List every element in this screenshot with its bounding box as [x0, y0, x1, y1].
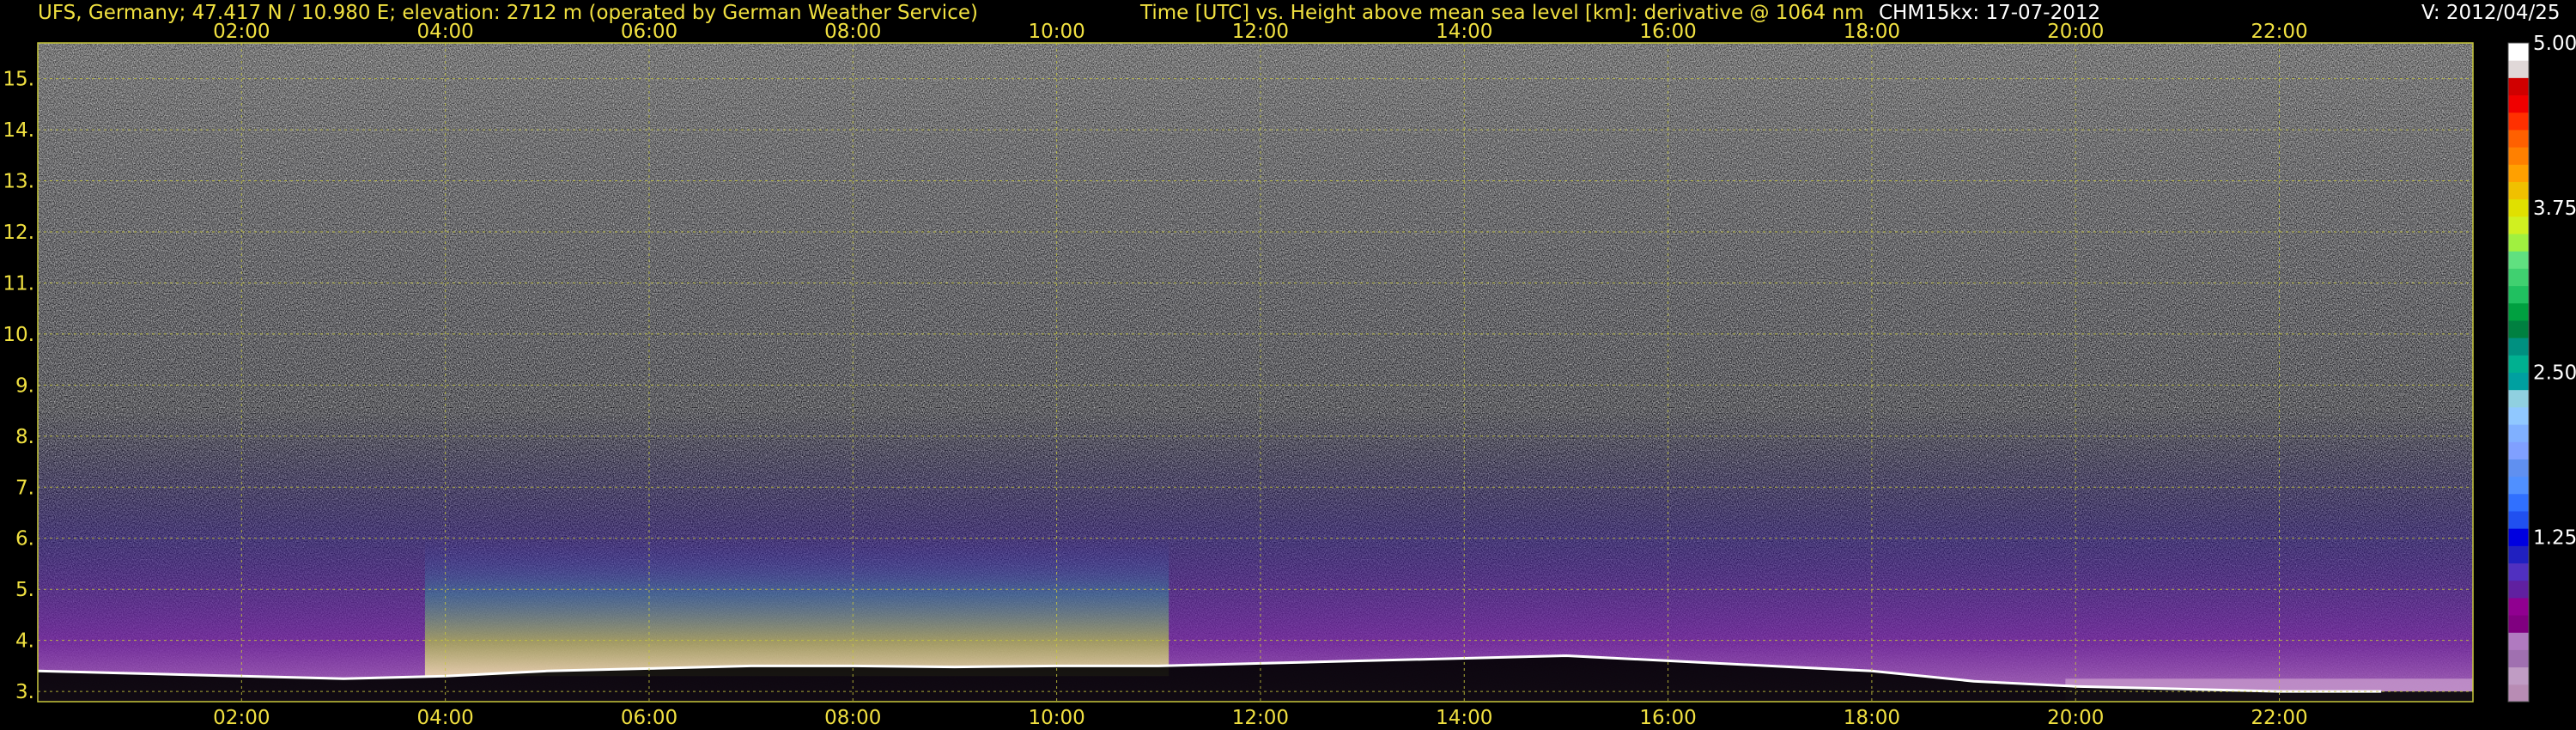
- colorbar-segment: [2508, 372, 2529, 391]
- colorbar-segment: [2508, 441, 2529, 459]
- colorbar-segment: [2508, 355, 2529, 373]
- colorbar-segment: [2508, 164, 2529, 182]
- colorbar-segment: [2508, 285, 2529, 304]
- x-tick-label-top: 20:00: [2047, 21, 2104, 43]
- colorbar-segment: [2508, 563, 2529, 581]
- aerosol-background-band: [38, 411, 2473, 702]
- x-tick-label-top: 08:00: [824, 21, 881, 43]
- x-tick-label-bottom: 04:00: [416, 707, 473, 729]
- colorbar-segment: [2508, 510, 2529, 529]
- y-tick-label: 13.: [3, 171, 34, 193]
- colorbar-segment: [2508, 476, 2529, 495]
- y-tick-label: 14.: [3, 119, 34, 142]
- x-tick-label-top: 12:00: [1232, 21, 1289, 43]
- x-tick-label-bottom: 18:00: [1844, 707, 1900, 729]
- colorbar-segment: [2508, 545, 2529, 564]
- colorbar-segment: [2508, 234, 2529, 252]
- colorbar-tick-label: 1.25: [2533, 526, 2576, 549]
- colorbar-segment: [2508, 302, 2529, 321]
- y-tick-label: 9.: [15, 374, 34, 397]
- colorbar-segment: [2508, 94, 2529, 113]
- ceilometer-chart: 02:00 04:00 06:00 08:00 10:00 12:00 14:00 16:00…: [3, 21, 2576, 729]
- colorbar-segment: [2508, 493, 2529, 512]
- y-tick-label: 3.: [15, 681, 34, 703]
- colorbar-segment: [2508, 632, 2529, 650]
- x-tick-label-bottom: 12:00: [1232, 707, 1289, 729]
- colorbar-segment: [2508, 649, 2529, 668]
- aerosol-layer: [424, 538, 1170, 677]
- colorbar-tick-label: 2.50: [2533, 362, 2576, 385]
- x-axis-top: 02:00 04:00 06:00 08:00 10:00 12:00 14:00 16:00…: [213, 21, 2308, 43]
- colorbar-segment: [2508, 43, 2529, 61]
- x-tick-label-top: 16:00: [1639, 21, 1696, 43]
- x-tick-label-top: 02:00: [213, 21, 270, 43]
- x-tick-label-bottom: 20:00: [2047, 707, 2104, 729]
- colorbar-segment: [2508, 129, 2529, 148]
- x-tick-label-bottom: 14:00: [1436, 707, 1492, 729]
- colorbar-segment: [2508, 389, 2529, 408]
- colorbar-segment: [2508, 459, 2529, 478]
- colorbar-segment: [2508, 597, 2529, 616]
- x-tick-label-top: 06:00: [621, 21, 677, 43]
- y-tick-label: 12.: [3, 222, 34, 244]
- colorbar-segment: [2508, 338, 2529, 356]
- colorbar-segment: [2508, 77, 2529, 96]
- colorbar: 5.00 3.75 2.50 1.25: [2507, 33, 2576, 703]
- x-tick-label-top: 18:00: [1844, 21, 1900, 43]
- y-tick-label: 7.: [15, 477, 34, 499]
- x-tick-label-top: 04:00: [416, 21, 473, 43]
- plot-area: [38, 43, 2473, 702]
- x-tick-label-top: 14:00: [1436, 21, 1492, 43]
- x-tick-label-bottom: 22:00: [2251, 707, 2307, 729]
- colorbar-segment: [2508, 319, 2529, 338]
- y-axis: 3. 4. 5. 6. 7. 8. 9. 10. 11. 12. 13. 14. 15.: [3, 69, 34, 703]
- colorbar-segment: [2508, 684, 2529, 703]
- colorbar-tick-label: 3.75: [2533, 198, 2576, 220]
- colorbar-segment: [2508, 60, 2529, 78]
- colorbar-segment: [2508, 615, 2529, 633]
- x-tick-label-bottom: 16:00: [1639, 707, 1696, 729]
- colorbar-segment: [2508, 666, 2529, 685]
- colorbar-segment: [2508, 198, 2529, 217]
- y-tick-label: 8.: [15, 426, 34, 448]
- y-tick-label: 15.: [3, 69, 34, 91]
- colorbar-segment: [2508, 580, 2529, 599]
- x-tick-label-top: 22:00: [2251, 21, 2307, 43]
- y-tick-label: 11.: [3, 272, 34, 295]
- colorbar-segment: [2508, 528, 2529, 546]
- colorbar-segment: [2508, 147, 2529, 165]
- colorbar-segment: [2508, 251, 2529, 269]
- colorbar-segment: [2508, 112, 2529, 131]
- x-tick-label-bottom: 06:00: [621, 707, 677, 729]
- colorbar-segment: [2508, 268, 2529, 287]
- x-tick-label-bottom: 10:00: [1028, 707, 1084, 729]
- colorbar-segment: [2508, 216, 2529, 234]
- colorbar-segment: [2508, 406, 2529, 425]
- y-tick-label: 4.: [15, 630, 34, 653]
- x-tick-label-top: 10:00: [1028, 21, 1084, 43]
- colorbar-segment: [2508, 181, 2529, 200]
- colorbar-tick-label: 5.00: [2533, 33, 2576, 55]
- y-tick-label: 10.: [3, 324, 34, 346]
- y-tick-label: 6.: [15, 528, 34, 551]
- x-axis-bottom: 02:00 04:00 06:00 08:00 10:00 12:00 14:00 16:00…: [213, 707, 2308, 729]
- colorbar-segment: [2508, 424, 2529, 442]
- x-tick-label-bottom: 02:00: [213, 707, 270, 729]
- y-tick-label: 5.: [15, 579, 34, 601]
- x-tick-label-bottom: 08:00: [824, 707, 881, 729]
